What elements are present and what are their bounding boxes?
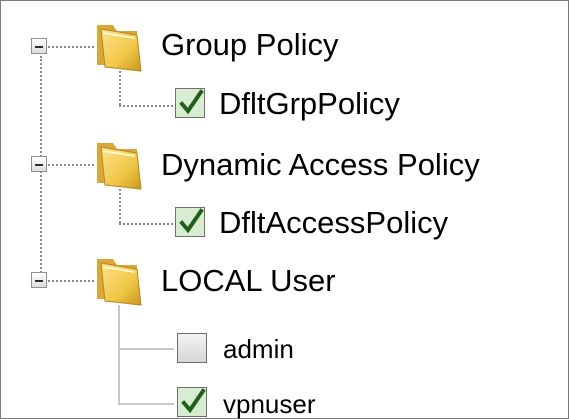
folder-icon: [93, 137, 145, 196]
tree-connector-line: [48, 46, 94, 48]
tree-connector-line: [48, 164, 94, 166]
tree-item-dfltgrppolicy[interactable]: DfltGrpPolicy: [1, 81, 561, 127]
checkbox-unchecked[interactable]: [177, 333, 207, 363]
policy-tree: Group Policy DfltGrpPolicy Dynamic Acces…: [0, 0, 569, 419]
tree-node-dynamic-access-policy[interactable]: Dynamic Access Policy: [1, 137, 566, 190]
tree-node-label: Dynamic Access Policy: [161, 147, 480, 182]
checkmark-icon: [179, 208, 204, 234]
tree-item-dfltaccesspolicy[interactable]: DfltAccessPolicy: [1, 199, 561, 245]
tree-item-vpnuser[interactable]: vpnuser: [1, 383, 561, 419]
tree-item-label: DfltGrpPolicy: [219, 86, 400, 121]
folder-icon: [93, 19, 145, 78]
tree-item-label: vpnuser: [223, 389, 316, 419]
tree-connector-line: [48, 280, 94, 282]
tree-item-admin[interactable]: admin: [1, 329, 561, 371]
tree-node-group-policy[interactable]: Group Policy: [1, 19, 561, 72]
collapse-toggle[interactable]: [31, 272, 47, 288]
folder-icon: [93, 253, 145, 312]
checkbox-checked[interactable]: [175, 207, 205, 237]
checkbox-checked[interactable]: [175, 88, 205, 118]
checkmark-icon: [179, 89, 204, 115]
tree-item-label: admin: [223, 334, 294, 364]
tree-node-label: LOCAL User: [161, 263, 336, 298]
collapse-toggle[interactable]: [31, 156, 47, 172]
checkmark-icon: [181, 388, 206, 414]
tree-item-label: DfltAccessPolicy: [219, 205, 449, 240]
checkbox-checked[interactable]: [177, 387, 207, 417]
collapse-toggle[interactable]: [31, 38, 47, 54]
tree-node-local-user[interactable]: LOCAL User: [1, 253, 561, 306]
tree-node-label: Group Policy: [161, 27, 339, 62]
